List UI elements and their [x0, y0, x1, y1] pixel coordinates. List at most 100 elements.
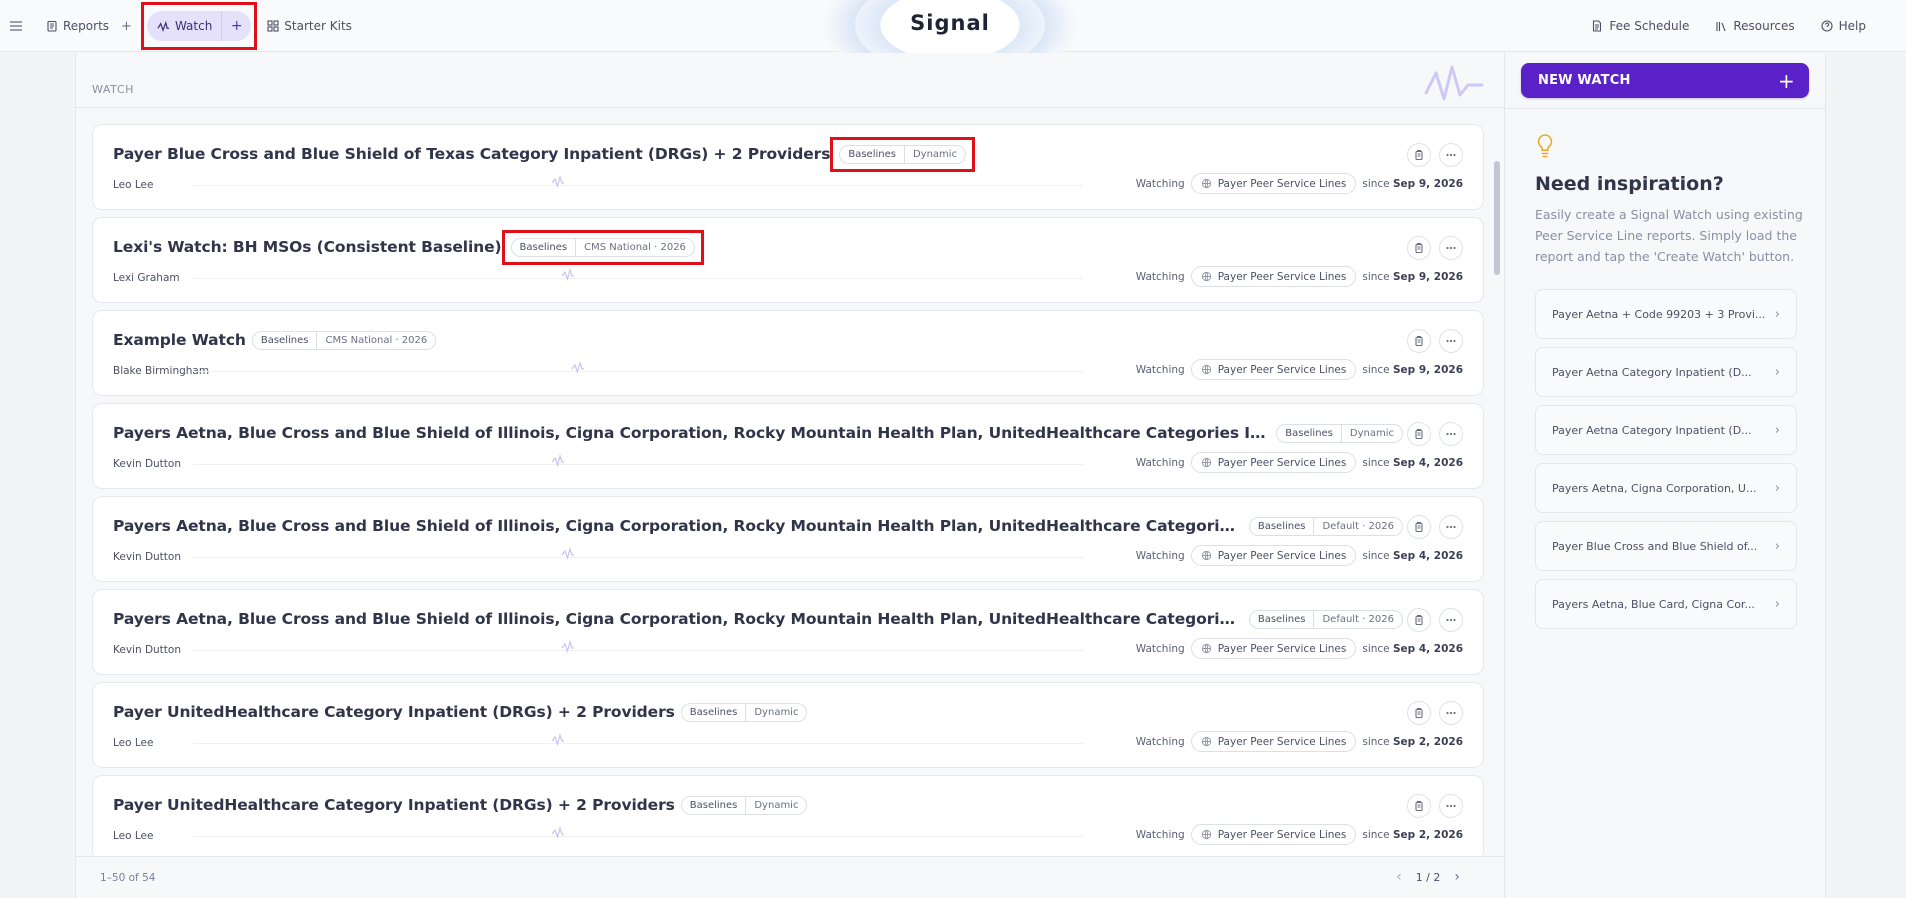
pulse-icon — [571, 361, 584, 374]
watch-card[interactable]: Lexi's Watch: BH MSOs (Consistent Baseli… — [92, 217, 1484, 303]
grid-icon — [267, 20, 279, 32]
watch-card[interactable]: Payers Aetna, Blue Cross and Blue Shield… — [92, 589, 1484, 675]
suggestion-item[interactable]: Payer Aetna Category Inpatient (D... › — [1535, 347, 1797, 397]
watch-title[interactable]: Payers Aetna, Blue Cross and Blue Shield… — [113, 610, 1243, 628]
service-line-pill[interactable]: Payer Peer Service Lines — [1190, 824, 1357, 845]
service-line-pill[interactable]: Payer Peer Service Lines — [1190, 359, 1357, 380]
baseline-tag-label: Baselines — [1250, 517, 1315, 535]
more-icon[interactable] — [1439, 143, 1463, 167]
watch-card[interactable]: Example Watch Baselines CMS National · 202… — [92, 310, 1484, 396]
service-line-pill[interactable]: Payer Peer Service Lines — [1190, 638, 1357, 659]
suggestion-item[interactable]: Payer Aetna Category Inpatient (D... › — [1535, 405, 1797, 455]
watch-owner: Kevin Dutton — [113, 551, 181, 563]
baseline-tag[interactable]: Baselines CMS National · 2026 — [251, 330, 437, 350]
scrollbar[interactable] — [1494, 111, 1500, 863]
tab-watch-label-wrap[interactable]: Watch — [147, 11, 221, 41]
chevron-right-icon[interactable]: › — [1454, 869, 1460, 885]
trash-icon[interactable] — [1407, 236, 1431, 260]
watch-card[interactable]: Payer UnitedHealthcare Category Inpatien… — [92, 775, 1484, 857]
watch-meta: Watching Payer Peer Service Lines since Se… — [1136, 731, 1463, 752]
baseline-tag-label: Baselines — [1250, 610, 1315, 628]
service-icon — [1201, 643, 1211, 654]
watch-title[interactable]: Payers Aetna, Blue Cross and Blue Shield… — [113, 424, 1270, 442]
trash-icon[interactable] — [1407, 608, 1431, 632]
watch-title[interactable]: Payer Blue Cross and Blue Shield of Texa… — [113, 145, 830, 163]
baseline-tag[interactable]: Baselines Dynamic — [680, 702, 808, 722]
nav-help[interactable]: Help — [1821, 0, 1866, 52]
divider — [193, 650, 1083, 651]
watch-list: Payer Blue Cross and Blue Shield of Texa… — [92, 124, 1484, 857]
trash-icon[interactable] — [1407, 701, 1431, 725]
trash-icon[interactable] — [1407, 794, 1431, 818]
result-count: 1–50 of 54 — [100, 872, 156, 884]
baseline-tag-label: Baselines — [1277, 424, 1342, 442]
watch-status: Watching — [1135, 642, 1185, 655]
watch-title[interactable]: Payer UnitedHealthcare Category Inpatien… — [113, 703, 675, 721]
tab-watch[interactable]: Watch + — [146, 11, 252, 41]
baseline-tag[interactable]: Baselines Dynamic — [1276, 423, 1403, 443]
trash-icon[interactable] — [1407, 143, 1431, 167]
watch-card[interactable]: Payer UnitedHealthcare Category Inpatien… — [92, 682, 1484, 768]
top-bar: Reports + Watch + Starter Kits Signal Fe… — [0, 0, 1906, 90]
menu-icon[interactable] — [0, 0, 32, 52]
baseline-tag[interactable]: Baselines CMS National · 2026 — [510, 237, 695, 257]
trash-icon[interactable] — [1407, 515, 1431, 539]
since-date: Sep 4, 2026 — [1392, 456, 1463, 469]
more-icon[interactable] — [1439, 701, 1463, 725]
pulse-icon — [561, 640, 574, 653]
watch-card[interactable]: Payers Aetna, Blue Cross and Blue Shield… — [92, 496, 1484, 582]
suggestion-item[interactable]: Payers Aetna, Blue Card, Cigna Cor... › — [1535, 579, 1797, 629]
brand-logo[interactable]: Signal — [880, 11, 1020, 35]
suggestion-item[interactable]: Payers Aetna, Cigna Corporation, U... › — [1535, 463, 1797, 513]
inspiration-text: Easily create a Signal Watch using exist… — [1535, 207, 1803, 264]
watch-card-actions — [1407, 422, 1463, 446]
watch-card-actions — [1407, 236, 1463, 260]
service-line-pill[interactable]: Payer Peer Service Lines — [1190, 266, 1357, 287]
service-line-pill[interactable]: Payer Peer Service Lines — [1190, 731, 1357, 752]
more-icon[interactable] — [1439, 515, 1463, 539]
nav-reports[interactable]: Reports — [42, 0, 113, 52]
watch-card-title-row: Payer Blue Cross and Blue Shield of Texa… — [113, 136, 1403, 172]
watch-card-title-row: Payer UnitedHealthcare Category Inpatien… — [113, 793, 1403, 817]
trash-icon[interactable] — [1407, 422, 1431, 446]
watch-card-actions — [1407, 608, 1463, 632]
watch-owner: Leo Lee — [113, 830, 154, 842]
watch-title[interactable]: Example Watch — [113, 331, 246, 349]
more-icon[interactable] — [1439, 422, 1463, 446]
nav-resources[interactable]: Resources — [1715, 0, 1795, 52]
watch-card[interactable]: Payers Aetna, Blue Cross and Blue Shield… — [92, 403, 1484, 489]
watch-meta: Watching Payer Peer Service Lines since Se… — [1136, 545, 1463, 566]
trash-icon[interactable] — [1407, 329, 1431, 353]
service-line-pill[interactable]: Payer Peer Service Lines — [1190, 173, 1357, 194]
baseline-tag-wrap: Baselines CMS National · 2026 — [251, 330, 437, 350]
watch-status: Watching — [1135, 735, 1185, 748]
chevron-left-icon[interactable]: ‹ — [1396, 869, 1402, 885]
since-date: Sep 4, 2026 — [1392, 549, 1463, 562]
watch-title[interactable]: Payers Aetna, Blue Cross and Blue Shield… — [113, 517, 1243, 535]
more-icon[interactable] — [1439, 794, 1463, 818]
nav-starter-kits[interactable]: Starter Kits — [263, 0, 356, 52]
baseline-tag[interactable]: Baselines Dynamic — [680, 795, 808, 815]
add-watch-button[interactable]: + — [221, 11, 251, 41]
scrollbar-thumb[interactable] — [1494, 161, 1500, 275]
more-icon[interactable] — [1439, 329, 1463, 353]
baseline-tag[interactable]: Baselines Dynamic — [839, 144, 967, 164]
new-watch-button[interactable]: NEW WATCH + — [1521, 63, 1809, 98]
service-line-label: Payer Peer Service Lines — [1217, 735, 1347, 748]
add-report-button[interactable]: + — [113, 19, 140, 34]
watch-card[interactable]: Payer Blue Cross and Blue Shield of Texa… — [92, 124, 1484, 210]
nav-fee-schedule[interactable]: Fee Schedule — [1591, 0, 1689, 52]
since-date: Sep 2, 2026 — [1392, 735, 1463, 748]
service-line-pill[interactable]: Payer Peer Service Lines — [1190, 452, 1357, 473]
more-icon[interactable] — [1439, 236, 1463, 260]
baseline-tag[interactable]: Baselines Default · 2026 — [1248, 516, 1403, 536]
more-icon[interactable] — [1439, 608, 1463, 632]
service-line-pill[interactable]: Payer Peer Service Lines — [1190, 545, 1357, 566]
baseline-tag[interactable]: Baselines Default · 2026 — [1248, 609, 1403, 629]
suggestion-item[interactable]: Payer Aetna + Code 99203 + 3 Provi... › — [1535, 289, 1797, 339]
watch-title[interactable]: Payer UnitedHealthcare Category Inpatien… — [113, 796, 675, 814]
watch-card-actions — [1407, 794, 1463, 818]
chevron-right-icon: › — [1774, 364, 1780, 380]
suggestion-item[interactable]: Payer Blue Cross and Blue Shield of... › — [1535, 521, 1797, 571]
watch-title[interactable]: Lexi's Watch: BH MSOs (Consistent Baseli… — [113, 238, 502, 256]
